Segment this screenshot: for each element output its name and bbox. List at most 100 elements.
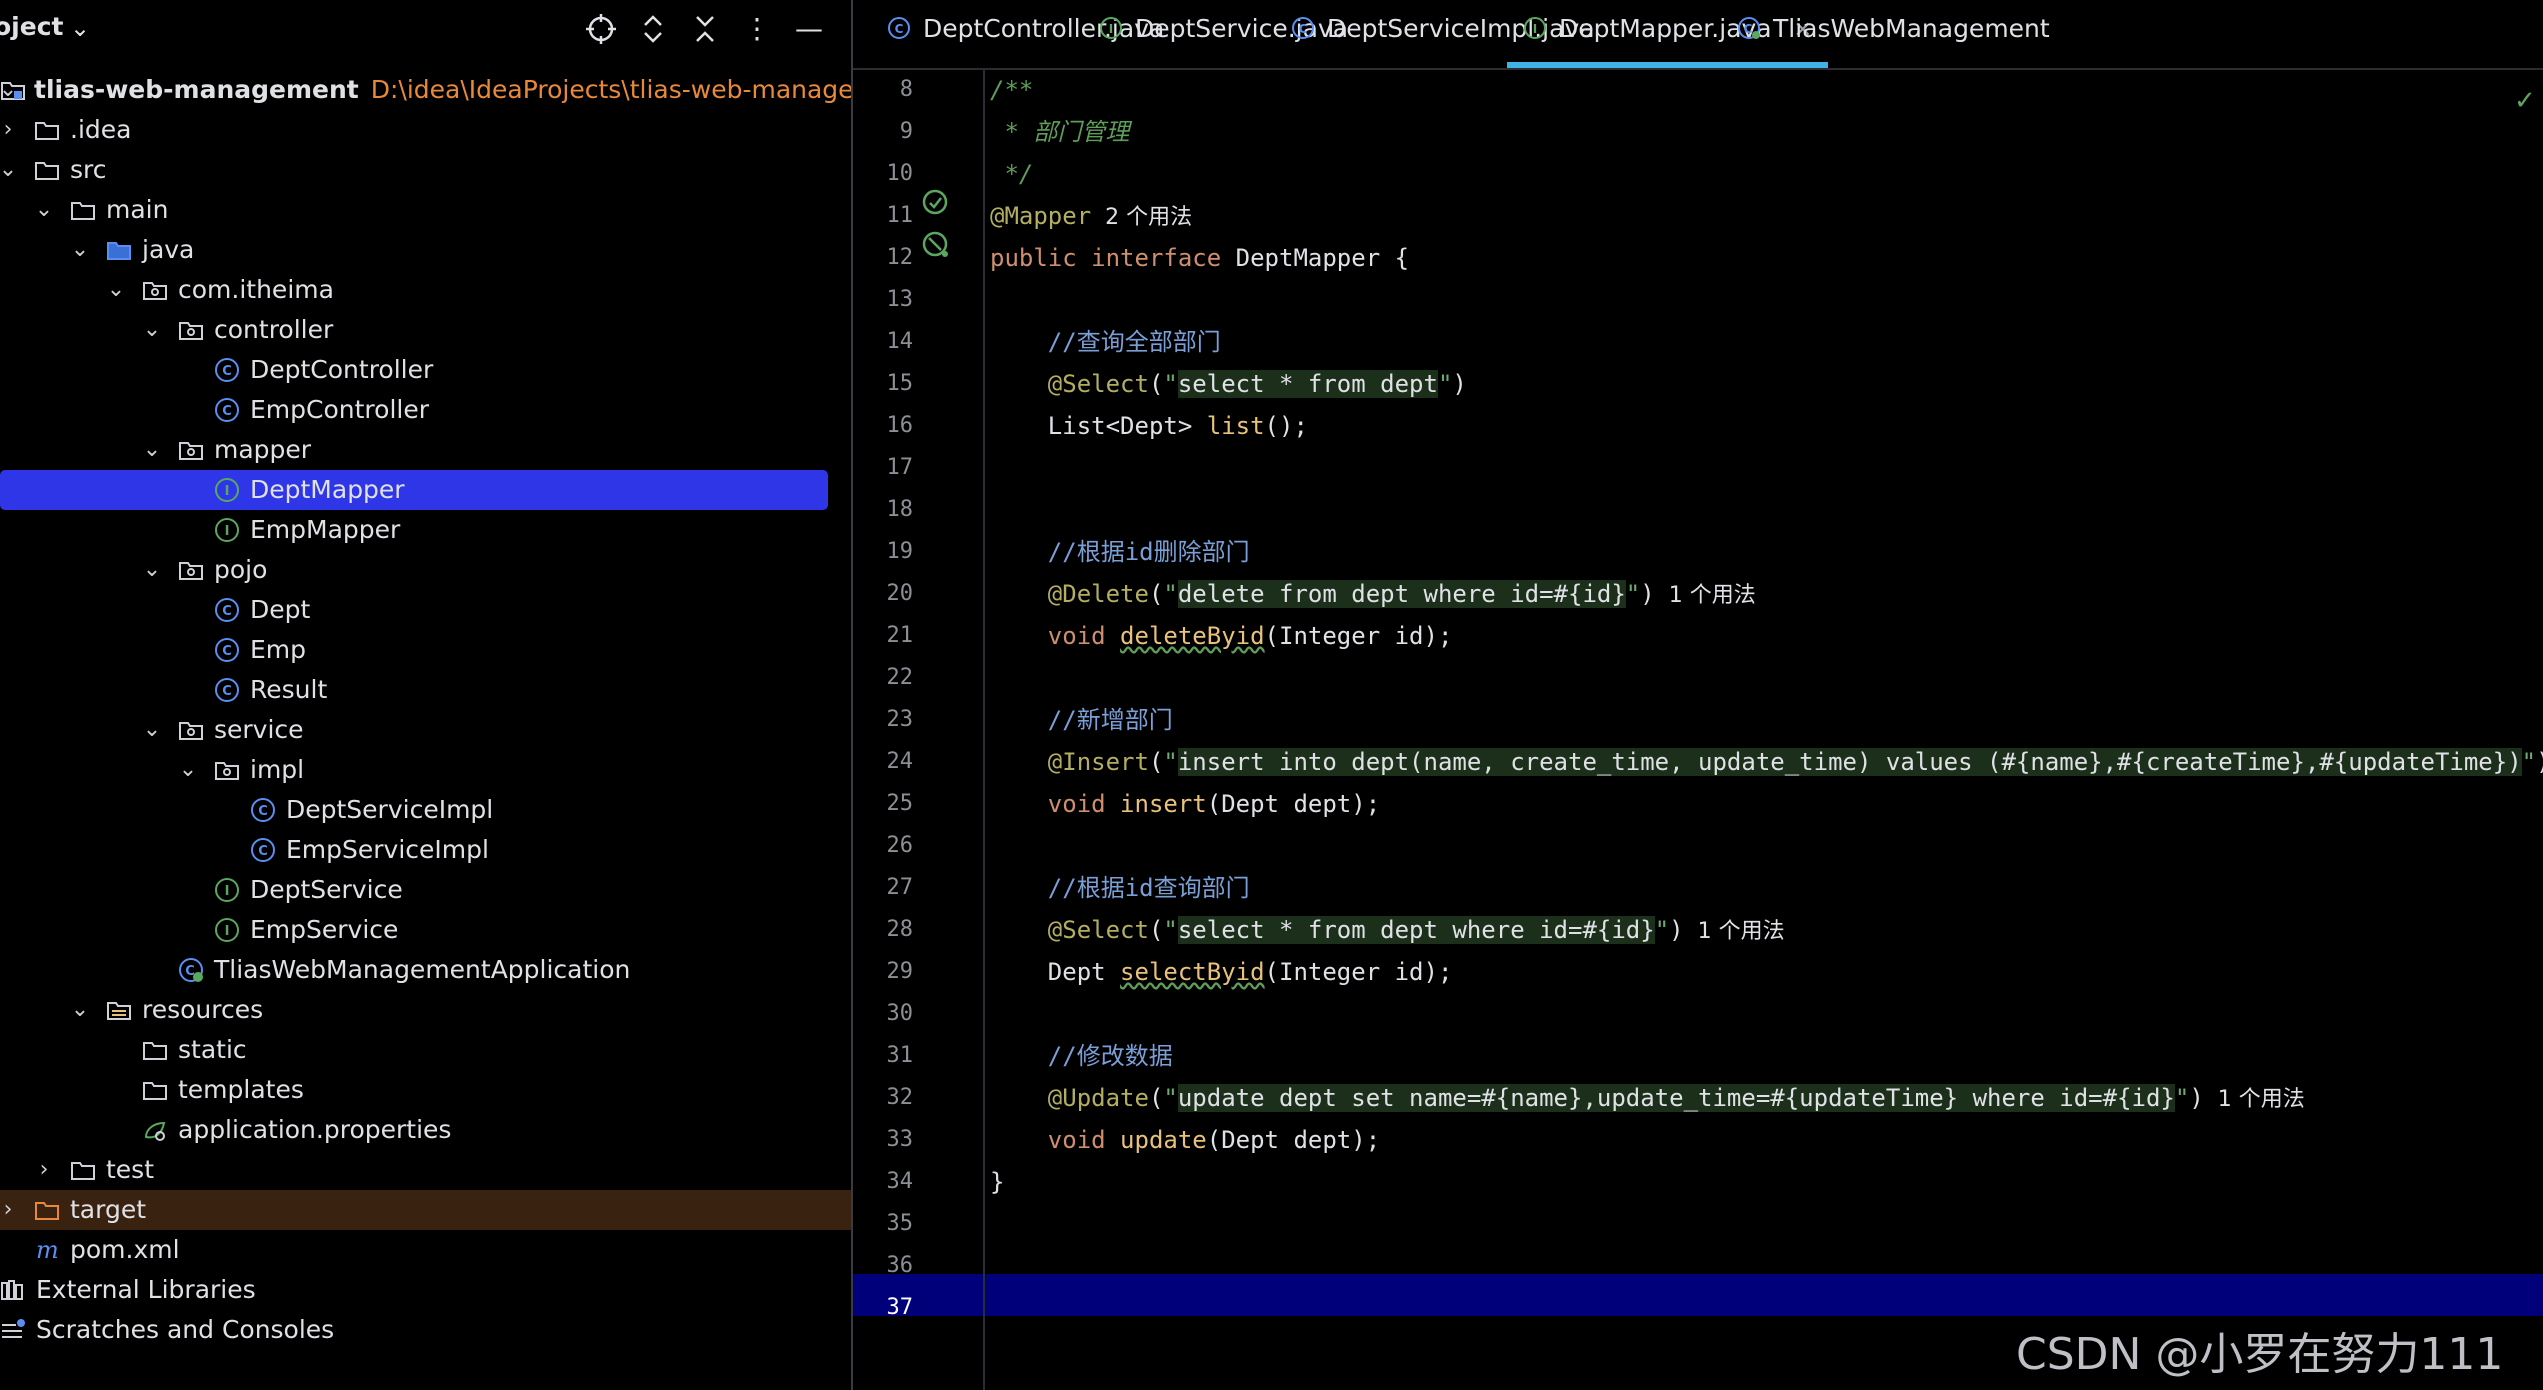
tree-item-emp[interactable]: C Emp bbox=[0, 630, 851, 670]
tree-item-static[interactable]: static bbox=[0, 1030, 851, 1070]
usage-hint[interactable]: 1 个用法 bbox=[2218, 1087, 2305, 1112]
tree-item-pojo[interactable]: ⌄ pojo bbox=[0, 550, 851, 590]
tree-item-resources[interactable]: ⌄ resources bbox=[0, 990, 851, 1030]
tree-item-label: Result bbox=[250, 675, 328, 704]
code-editor[interactable]: 8 9 10 11 12 13 14 15 16 17 18 19 20 21 22 23 24 25 26 27 28… bbox=[853, 70, 2543, 1390]
tree-item-java[interactable]: ⌄ java bbox=[0, 230, 851, 270]
tree-item-com-itheima[interactable]: ⌄ com.itheima bbox=[0, 270, 851, 310]
libraries-icon bbox=[1, 1280, 23, 1300]
line-number[interactable]: 10 bbox=[853, 153, 914, 195]
tree-item-dept[interactable]: C Dept bbox=[0, 590, 851, 630]
chevron-down-icon[interactable]: ⌄ bbox=[140, 710, 164, 750]
chevron-down-icon[interactable]: ⌄ bbox=[104, 270, 128, 310]
usage-hint[interactable]: 1 个用法 bbox=[1698, 919, 1785, 944]
tree-item-target[interactable]: › target bbox=[0, 1190, 851, 1230]
chevron-down-icon[interactable]: ⌄ bbox=[68, 230, 92, 270]
tree-item-controller[interactable]: ⌄ controller bbox=[0, 310, 851, 350]
tree-item-impl[interactable]: ⌄ impl bbox=[0, 750, 851, 790]
implemented-interface-icon[interactable] bbox=[921, 230, 949, 258]
tree-item-empmapper[interactable]: I EmpMapper bbox=[0, 510, 851, 550]
tree-item-empserviceimpl[interactable]: C EmpServiceImpl bbox=[0, 830, 851, 870]
tree-item-result[interactable]: C Result bbox=[0, 670, 851, 710]
chevron-down-icon[interactable]: ⌄ bbox=[70, 14, 90, 42]
tree-item-test[interactable]: › test bbox=[0, 1150, 851, 1190]
line-number[interactable]: 21 bbox=[853, 615, 914, 657]
chevron-right-icon[interactable]: › bbox=[0, 110, 20, 150]
tree-item-deptserviceimpl[interactable]: C DeptServiceImpl bbox=[0, 790, 851, 830]
line-number[interactable]: 19 bbox=[853, 531, 914, 573]
chevron-down-icon[interactable]: ⌄ bbox=[140, 550, 164, 590]
minimize-icon[interactable]: — bbox=[792, 12, 826, 46]
tree-item-label: DeptController bbox=[250, 355, 434, 384]
line-number[interactable]: 12 bbox=[853, 237, 914, 279]
folder-icon bbox=[143, 1082, 167, 1100]
line-number[interactable]: 25 bbox=[853, 783, 914, 825]
code-line-34: } bbox=[990, 1168, 1005, 1196]
tree-item-external-libraries[interactable]: External Libraries bbox=[0, 1270, 851, 1310]
tree-item-mapper[interactable]: ⌄ mapper bbox=[0, 430, 851, 470]
chevron-right-icon[interactable]: › bbox=[32, 1150, 56, 1190]
line-number[interactable]: 28 bbox=[853, 909, 914, 951]
usage-hint[interactable]: 1 个用法 bbox=[1669, 583, 1756, 608]
tree-item--idea[interactable]: › .idea bbox=[0, 110, 851, 150]
svg-text:C: C bbox=[258, 804, 268, 819]
tab-tliaswebmanagement[interactable]: C TliasWebManagement bbox=[1721, 0, 2058, 68]
line-number[interactable]: 36 bbox=[853, 1245, 914, 1287]
line-number[interactable]: 35 bbox=[853, 1203, 914, 1245]
tree-item-pom-xml[interactable]: m pom.xml bbox=[0, 1230, 851, 1270]
line-number[interactable]: 33 bbox=[853, 1119, 914, 1161]
tree-item-scratches-and-consoles[interactable]: Scratches and Consoles bbox=[0, 1310, 851, 1350]
tree-item-root[interactable]: ⌄ tlias-web-management D:\idea\IdeaProjec… bbox=[0, 70, 851, 110]
tree-item-tliaswebmanagementapplication[interactable]: C TliasWebManagementApplication bbox=[0, 950, 851, 990]
project-title[interactable]: oject bbox=[0, 12, 63, 41]
inspection-ok-icon[interactable]: ✓ bbox=[2514, 86, 2536, 116]
tree-item-templates[interactable]: templates bbox=[0, 1070, 851, 1110]
more-options-icon[interactable]: ⋮ bbox=[740, 12, 774, 46]
locate-icon[interactable] bbox=[584, 12, 618, 46]
line-number[interactable]: 37 bbox=[853, 1287, 914, 1329]
tree-item-deptservice[interactable]: I DeptService bbox=[0, 870, 851, 910]
line-number[interactable]: 23 bbox=[853, 699, 914, 741]
collapse-all-icon[interactable] bbox=[688, 12, 722, 46]
tree-item-main[interactable]: ⌄ main bbox=[0, 190, 851, 230]
line-number[interactable]: 16 bbox=[853, 405, 914, 447]
line-number[interactable]: 18 bbox=[853, 489, 914, 531]
line-number[interactable]: 22 bbox=[853, 657, 914, 699]
code-line-15: @Select("select * from dept") bbox=[1047, 370, 1467, 398]
line-number[interactable]: 24 bbox=[853, 741, 914, 783]
chevron-right-icon[interactable]: › bbox=[0, 1190, 20, 1230]
tree-item-empservice[interactable]: I EmpService bbox=[0, 910, 851, 950]
line-number[interactable]: 20 bbox=[853, 573, 914, 615]
line-number[interactable]: 11 bbox=[853, 195, 914, 237]
line-number[interactable]: 13 bbox=[853, 279, 914, 321]
tree-item-deptcontroller[interactable]: C DeptController bbox=[0, 350, 851, 390]
line-number[interactable]: 14 bbox=[853, 321, 914, 363]
line-number[interactable]: 15 bbox=[853, 363, 914, 405]
tree-item-service[interactable]: ⌄ service bbox=[0, 710, 851, 750]
line-number[interactable]: 8 bbox=[853, 69, 913, 111]
expand-all-icon[interactable] bbox=[636, 12, 670, 46]
mybatis-mapper-icon[interactable] bbox=[921, 188, 949, 216]
line-number[interactable]: 27 bbox=[853, 867, 914, 909]
package-icon bbox=[179, 442, 203, 460]
chevron-down-icon[interactable]: ⌄ bbox=[140, 310, 164, 350]
tree-item-application-properties[interactable]: application.properties bbox=[0, 1110, 851, 1150]
class-icon: C bbox=[215, 678, 239, 702]
chevron-down-icon[interactable]: ⌄ bbox=[0, 150, 20, 190]
tree-item-src[interactable]: ⌄ src bbox=[0, 150, 851, 190]
line-number[interactable]: 30 bbox=[853, 993, 914, 1035]
chevron-down-icon[interactable]: ⌄ bbox=[68, 990, 92, 1030]
chevron-down-icon[interactable]: ⌄ bbox=[176, 750, 200, 790]
tree-item-empcontroller[interactable]: C EmpController bbox=[0, 390, 851, 430]
chevron-down-icon[interactable]: ⌄ bbox=[32, 190, 56, 230]
line-number[interactable]: 29 bbox=[853, 951, 914, 993]
line-number[interactable]: 9 bbox=[853, 111, 913, 153]
line-number[interactable]: 34 bbox=[853, 1161, 914, 1203]
line-number[interactable]: 17 bbox=[853, 447, 914, 489]
chevron-down-icon[interactable]: ⌄ bbox=[140, 430, 164, 470]
usage-hint[interactable]: 2 个用法 bbox=[1105, 205, 1192, 230]
tree-item-deptmapper[interactable]: I DeptMapper bbox=[0, 470, 828, 510]
line-number[interactable]: 32 bbox=[853, 1077, 914, 1119]
line-number[interactable]: 26 bbox=[853, 825, 914, 867]
line-number[interactable]: 31 bbox=[853, 1035, 914, 1077]
